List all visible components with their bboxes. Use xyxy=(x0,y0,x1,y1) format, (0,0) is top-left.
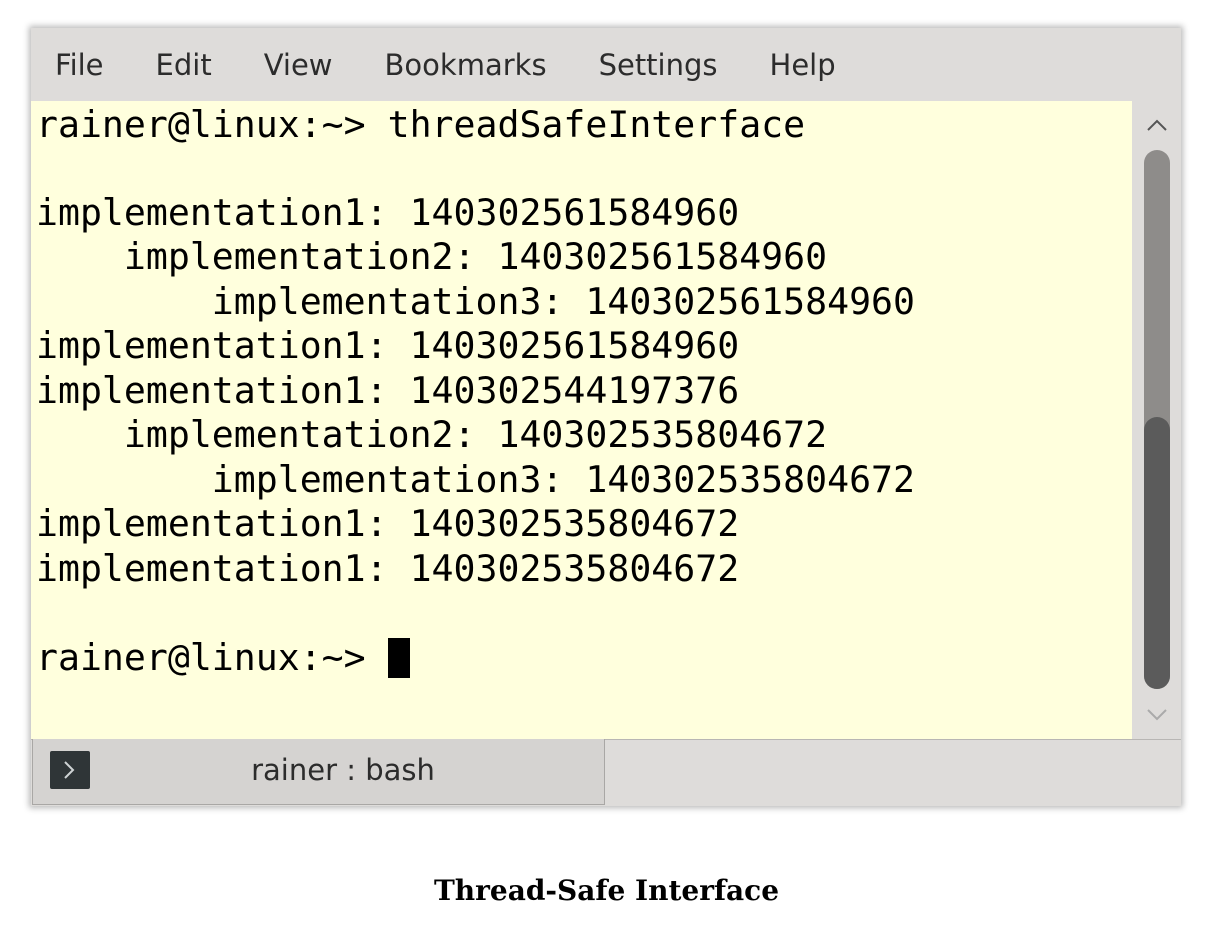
menu-file[interactable]: File xyxy=(31,48,130,82)
tab-label: rainer : bash xyxy=(251,753,435,787)
terminal-output[interactable]: rainer@linux:~> threadSafeInterface impl… xyxy=(31,101,1132,739)
menu-help[interactable]: Help xyxy=(744,48,862,82)
menu-bar: File Edit View Bookmarks Settings Help xyxy=(31,28,1181,101)
menu-bookmarks[interactable]: Bookmarks xyxy=(359,48,573,82)
terminal-prompt: rainer@linux:~> xyxy=(36,636,388,679)
scrollbar-thumb[interactable] xyxy=(1144,417,1170,689)
menu-view[interactable]: View xyxy=(238,48,359,82)
tab-bash[interactable]: rainer : bash xyxy=(32,739,605,805)
terminal-line: implementation1: 140302535804672 xyxy=(36,547,740,590)
terminal-line: implementation1: 140302535804672 xyxy=(36,502,740,545)
terminal-line: implementation3: 140302535804672 xyxy=(36,458,915,501)
terminal-line: implementation1: 140302561584960 xyxy=(36,191,740,234)
terminal-line: implementation1: 140302561584960 xyxy=(36,324,740,367)
terminal-prompt-line: rainer@linux:~> xyxy=(36,636,410,680)
terminal-line-command: rainer@linux:~> threadSafeInterface xyxy=(36,103,806,146)
menu-settings[interactable]: Settings xyxy=(573,48,744,82)
terminal-line: implementation1: 140302544197376 xyxy=(36,369,740,412)
konsole-window: File Edit View Bookmarks Settings Help r… xyxy=(31,28,1181,806)
vertical-scrollbar[interactable] xyxy=(1132,101,1181,739)
terminal-line: implementation2: 140302535804672 xyxy=(36,413,828,456)
chevron-up-icon[interactable] xyxy=(1144,113,1170,139)
text-cursor xyxy=(387,638,410,678)
chevron-down-icon[interactable] xyxy=(1144,701,1170,727)
terminal-line: implementation3: 140302561584960 xyxy=(36,280,915,323)
menu-edit[interactable]: Edit xyxy=(130,48,238,82)
terminal-line: implementation2: 140302561584960 xyxy=(36,235,828,278)
figure-caption: Thread-Safe Interface xyxy=(433,874,780,907)
tab-bar: rainer : bash xyxy=(31,739,1181,806)
